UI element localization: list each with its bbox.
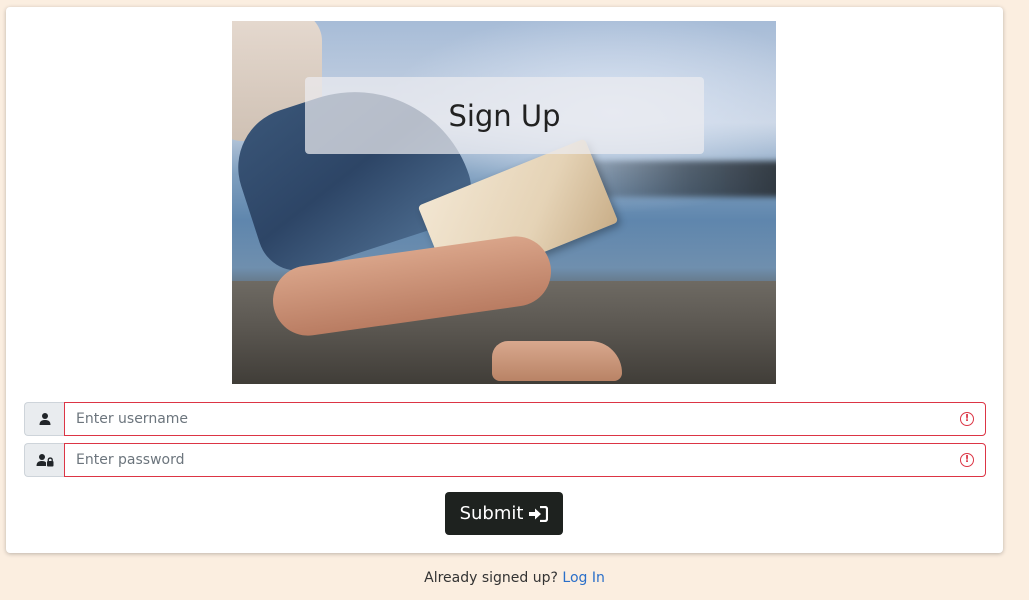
page-title-box: Sign Up xyxy=(305,77,704,154)
password-exclamation-circle-icon: ! xyxy=(960,453,974,467)
page-title: Sign Up xyxy=(448,98,561,133)
password-input[interactable] xyxy=(65,444,985,476)
login-link[interactable]: Log In xyxy=(562,570,604,586)
username-exclamation-circle-icon: ! xyxy=(960,412,974,426)
hero-figure-foot xyxy=(492,341,622,381)
username-field-wrapper: ! xyxy=(64,402,986,436)
user-icon xyxy=(39,413,50,425)
user-lock-icon xyxy=(36,454,53,467)
footer: Already signed up? Log In xyxy=(0,570,1029,586)
sign-in-icon xyxy=(529,505,549,522)
hero-image: Sign Up xyxy=(232,21,776,384)
footer-text: Already signed up? xyxy=(424,570,558,586)
password-group: ! xyxy=(24,443,986,477)
username-input[interactable] xyxy=(65,403,985,435)
submit-button[interactable]: Submit xyxy=(445,492,563,535)
username-addon xyxy=(24,402,64,436)
username-group: ! xyxy=(24,402,986,436)
signup-card: Sign Up ! ! Submit xyxy=(6,7,1003,553)
password-addon xyxy=(24,443,64,477)
password-field-wrapper: ! xyxy=(64,443,986,477)
submit-label: Submit xyxy=(459,503,524,524)
